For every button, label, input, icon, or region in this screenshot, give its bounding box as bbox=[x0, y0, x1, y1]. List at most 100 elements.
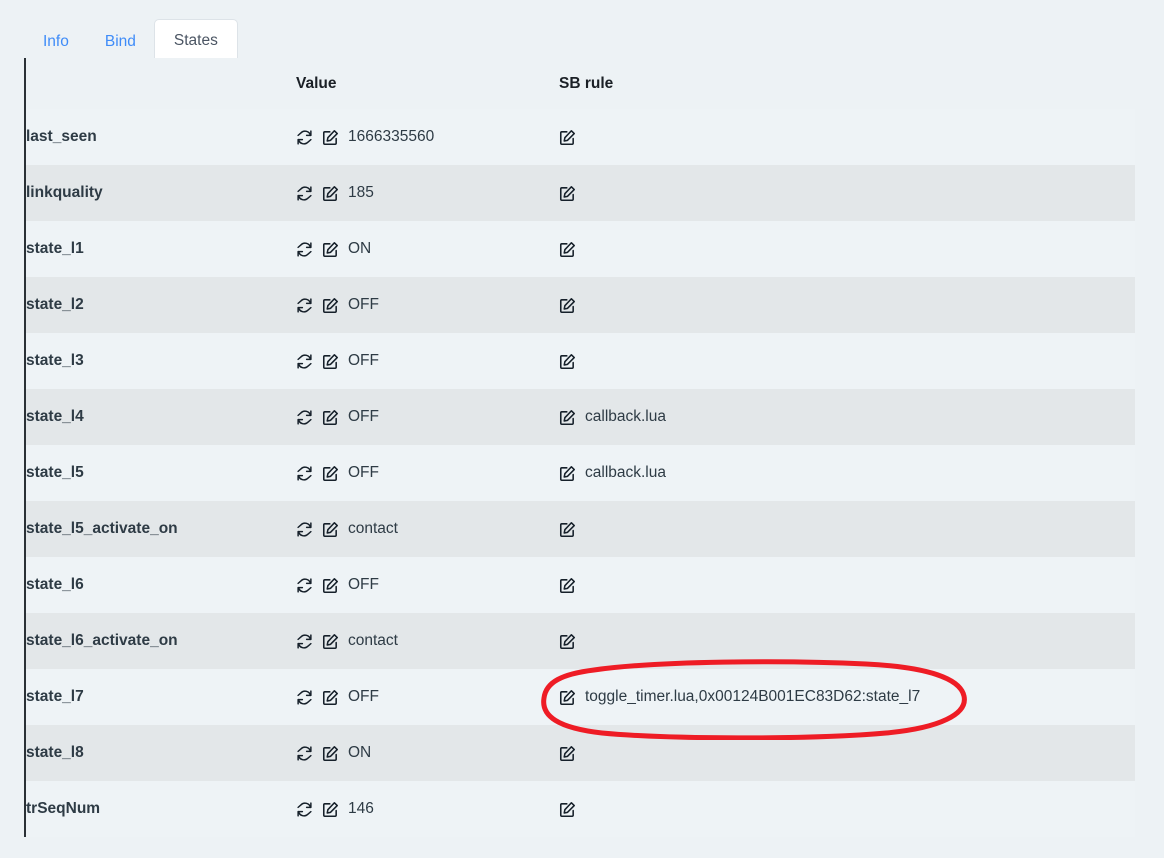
refresh-icon[interactable] bbox=[296, 745, 313, 762]
refresh-icon[interactable] bbox=[296, 801, 313, 818]
tab-bind[interactable]: Bind bbox=[87, 21, 154, 62]
sb-rule-text: callback.lua bbox=[585, 464, 666, 481]
sb-rule-cell bbox=[559, 109, 1135, 165]
state-value-text: contact bbox=[348, 632, 398, 649]
edit-icon[interactable] bbox=[559, 129, 576, 146]
state-value-text: OFF bbox=[348, 296, 379, 313]
state-value-text: OFF bbox=[348, 352, 379, 369]
edit-icon[interactable] bbox=[559, 689, 576, 706]
sb-rule-cell bbox=[559, 781, 1135, 837]
edit-icon[interactable] bbox=[322, 521, 339, 538]
table-row: state_l8 ON bbox=[26, 725, 1135, 781]
state-value-cell: 185 bbox=[296, 165, 559, 221]
refresh-icon[interactable] bbox=[296, 577, 313, 594]
edit-icon[interactable] bbox=[559, 801, 576, 818]
sb-rule-cell bbox=[559, 333, 1135, 389]
edit-icon[interactable] bbox=[559, 241, 576, 258]
refresh-icon[interactable] bbox=[296, 521, 313, 538]
column-header-key bbox=[26, 58, 296, 109]
state-value-cell: OFF bbox=[296, 445, 559, 501]
sb-rule-text: callback.lua bbox=[585, 408, 666, 425]
column-header-sb-rule: SB rule bbox=[559, 58, 1135, 109]
state-value-text: contact bbox=[348, 520, 398, 537]
edit-icon[interactable] bbox=[322, 353, 339, 370]
edit-icon[interactable] bbox=[559, 409, 576, 426]
edit-icon[interactable] bbox=[322, 801, 339, 818]
refresh-icon[interactable] bbox=[296, 297, 313, 314]
state-value-text: 1666335560 bbox=[348, 128, 435, 145]
edit-icon[interactable] bbox=[559, 185, 576, 202]
edit-icon[interactable] bbox=[559, 633, 576, 650]
edit-icon[interactable] bbox=[322, 465, 339, 482]
state-value-cell: OFF bbox=[296, 277, 559, 333]
table-row: state_l7 OFF toggle_timer.lua,0x00124B001E… bbox=[26, 669, 1135, 725]
edit-icon[interactable] bbox=[322, 185, 339, 202]
edit-icon[interactable] bbox=[322, 745, 339, 762]
refresh-icon[interactable] bbox=[296, 409, 313, 426]
state-key: state_l6 bbox=[26, 557, 296, 613]
state-key: state_l2 bbox=[26, 277, 296, 333]
edit-icon[interactable] bbox=[559, 353, 576, 370]
state-value-cell: OFF bbox=[296, 333, 559, 389]
state-value-cell: ON bbox=[296, 221, 559, 277]
table-row: state_l2 OFF bbox=[26, 277, 1135, 333]
edit-icon[interactable] bbox=[322, 297, 339, 314]
refresh-icon[interactable] bbox=[296, 353, 313, 370]
edit-icon[interactable] bbox=[559, 521, 576, 538]
table-header: Value SB rule bbox=[26, 58, 1135, 109]
states-table-container: Value SB rule last_seen 1666335560 linkqua… bbox=[24, 58, 1135, 837]
state-value-text: ON bbox=[348, 744, 372, 761]
state-key: trSeqNum bbox=[26, 781, 296, 837]
sb-rule-cell bbox=[559, 277, 1135, 333]
state-key: state_l7 bbox=[26, 669, 296, 725]
state-value-text: ON bbox=[348, 240, 372, 257]
tab-bind-label: Bind bbox=[104, 32, 136, 50]
state-value-cell: OFF bbox=[296, 389, 559, 445]
state-key: state_l4 bbox=[26, 389, 296, 445]
edit-icon[interactable] bbox=[322, 241, 339, 258]
refresh-icon[interactable] bbox=[296, 129, 313, 146]
sb-rule-cell bbox=[559, 165, 1135, 221]
sb-rule-cell: callback.lua bbox=[559, 389, 1135, 445]
table-row: last_seen 1666335560 bbox=[26, 109, 1135, 165]
tab-states[interactable]: States bbox=[153, 18, 238, 61]
state-value-text: OFF bbox=[348, 688, 379, 705]
state-value-text: OFF bbox=[348, 408, 379, 425]
state-value-cell: OFF bbox=[296, 669, 559, 725]
table-row: state_l6_activate_on contact bbox=[26, 613, 1135, 669]
tab-info-label: Info bbox=[43, 32, 69, 50]
tab-info[interactable]: Info bbox=[25, 21, 87, 62]
table-row: state_l5 OFF callback.lua bbox=[26, 445, 1135, 501]
edit-icon[interactable] bbox=[322, 689, 339, 706]
state-key: state_l6_activate_on bbox=[26, 613, 296, 669]
state-key: state_l3 bbox=[26, 333, 296, 389]
table-body: last_seen 1666335560 linkquality 185 state_l… bbox=[26, 109, 1135, 837]
edit-icon[interactable] bbox=[322, 633, 339, 650]
states-panel: Info Bind States Value SB rule last_seen… bbox=[0, 0, 1164, 858]
state-value-text: 146 bbox=[348, 800, 374, 817]
edit-icon[interactable] bbox=[322, 129, 339, 146]
refresh-icon[interactable] bbox=[296, 633, 313, 650]
table-row: state_l1 ON bbox=[26, 221, 1135, 277]
state-key: state_l5 bbox=[26, 445, 296, 501]
table-row: linkquality 185 bbox=[26, 165, 1135, 221]
header-row: Value SB rule bbox=[26, 58, 1135, 109]
state-key: last_seen bbox=[26, 109, 296, 165]
edit-icon[interactable] bbox=[559, 577, 576, 594]
refresh-icon[interactable] bbox=[296, 465, 313, 482]
edit-icon[interactable] bbox=[559, 297, 576, 314]
refresh-icon[interactable] bbox=[296, 185, 313, 202]
column-header-value: Value bbox=[296, 58, 559, 109]
state-value-cell: 1666335560 bbox=[296, 109, 559, 165]
state-value-cell: 146 bbox=[296, 781, 559, 837]
refresh-icon[interactable] bbox=[296, 689, 313, 706]
sb-rule-cell: callback.lua bbox=[559, 445, 1135, 501]
table-row: trSeqNum 146 bbox=[26, 781, 1135, 837]
edit-icon[interactable] bbox=[322, 409, 339, 426]
edit-icon[interactable] bbox=[559, 465, 576, 482]
edit-icon[interactable] bbox=[559, 745, 576, 762]
edit-icon[interactable] bbox=[322, 577, 339, 594]
state-key: state_l1 bbox=[26, 221, 296, 277]
table-row: state_l4 OFF callback.lua bbox=[26, 389, 1135, 445]
refresh-icon[interactable] bbox=[296, 241, 313, 258]
